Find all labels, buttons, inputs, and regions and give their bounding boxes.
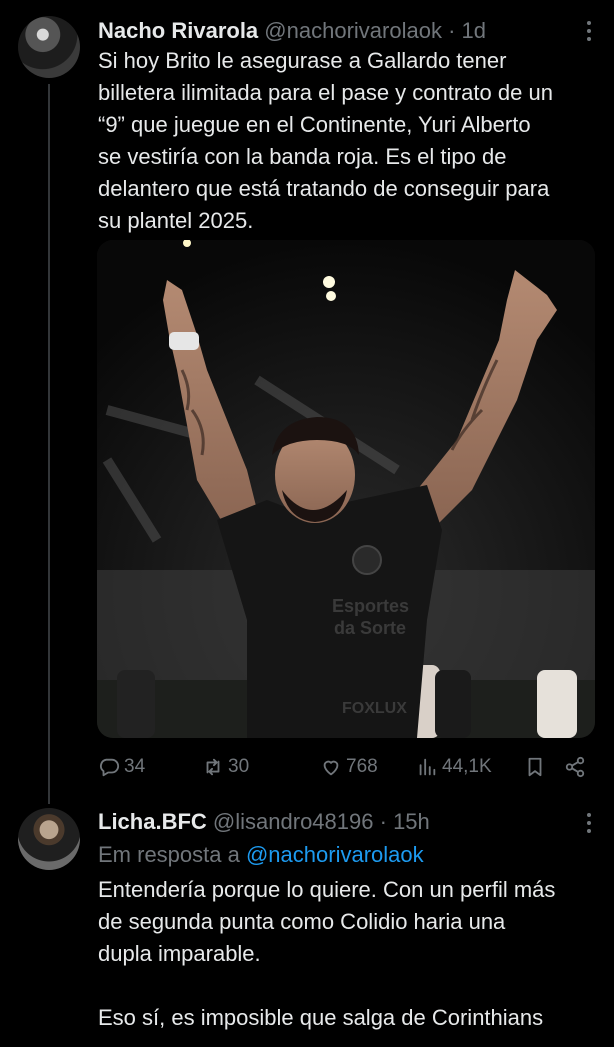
reply-to-link[interactable]: @nachorivarolaok <box>246 842 424 867</box>
repost-icon <box>206 758 220 776</box>
reply-context: Em resposta a @nachorivarolaok <box>98 842 424 868</box>
separator-dot: · <box>448 18 456 43</box>
tweet-header: Licha.BFC @lisandro48196 · 15h <box>98 808 430 836</box>
tweet-text: Si hoy Brito le asegurase a Gallardo ten… <box>98 45 598 237</box>
tweet-nacho[interactable]: Nacho Rivarola @nachorivarolaok · 1d Si … <box>0 0 614 800</box>
tweet-header: Nacho Rivarola @nachorivarolaok · 1d <box>98 17 486 45</box>
views-icon <box>419 758 436 776</box>
tweet-text-line: delantero que está tratando de conseguir… <box>98 176 550 201</box>
views-count: 44,1K <box>442 756 492 777</box>
tweet-text-line: “9” que juegue en el Continente, Yuri Al… <box>98 112 531 137</box>
reply-prefix: Em resposta a <box>98 842 240 867</box>
avatar[interactable] <box>18 808 80 870</box>
share-icon <box>565 756 585 778</box>
repost-count: 30 <box>228 756 250 777</box>
like-count: 768 <box>346 756 378 777</box>
tweet-text-line: billetera ilimitada para el pase y contr… <box>98 80 553 105</box>
heart-icon <box>323 760 339 776</box>
tweet-text-line: Entendería porque lo quiere. Con un perf… <box>98 877 556 902</box>
reply-icon <box>100 758 120 777</box>
repost-button[interactable]: 30 <box>202 756 320 778</box>
separator-dot: · <box>379 809 387 834</box>
player-celebration-image: Esportes da Sorte FOXLUX <box>97 240 595 738</box>
tweet-actions: 34 30 768 44,1K <box>98 753 588 781</box>
tweet-text: Entendería porque lo quiere. Con un perf… <box>98 874 598 1034</box>
timestamp[interactable]: 1d <box>462 18 486 43</box>
shirt-sponsor-line1: Esportes <box>332 596 409 616</box>
like-button[interactable]: 768 <box>320 756 416 778</box>
share-button[interactable] <box>564 756 588 778</box>
tweet-text-line: dupla imparable. <box>98 941 261 966</box>
author-name[interactable]: Nacho Rivarola <box>98 18 258 43</box>
avatar[interactable] <box>18 16 80 78</box>
timestamp[interactable]: 15h <box>393 809 430 834</box>
tweet-text-line: de segunda punta como Colidio haria una <box>98 909 506 934</box>
bookmark-button[interactable] <box>524 756 564 778</box>
tweet-text-line: se vestiría con la banda roja. Es el tip… <box>98 144 507 169</box>
more-options-icon[interactable] <box>586 813 592 833</box>
tweet-text-line <box>98 970 598 1002</box>
tweet-text-line: su plantel 2025. <box>98 208 254 233</box>
tweet-text-line: Si hoy Brito le asegurase a Gallardo ten… <box>98 48 507 73</box>
shirt-bottom-sponsor: FOXLUX <box>342 700 407 717</box>
bookmark-icon <box>528 757 542 777</box>
more-options-icon[interactable] <box>586 21 592 41</box>
author-handle[interactable]: @nachorivarolaok <box>264 18 442 43</box>
shirt-sponsor-line2: da Sorte <box>334 618 406 638</box>
tweet-photo[interactable]: Esportes da Sorte FOXLUX <box>97 240 595 738</box>
tweet-text-line: Eso sí, es imposible que salga de Corint… <box>98 1005 544 1030</box>
author-name[interactable]: Licha.BFC <box>98 809 207 834</box>
reply-button[interactable]: 34 <box>98 756 202 778</box>
reply-count: 34 <box>124 756 146 777</box>
author-handle[interactable]: @lisandro48196 <box>213 809 374 834</box>
views-button[interactable]: 44,1K <box>416 756 524 778</box>
